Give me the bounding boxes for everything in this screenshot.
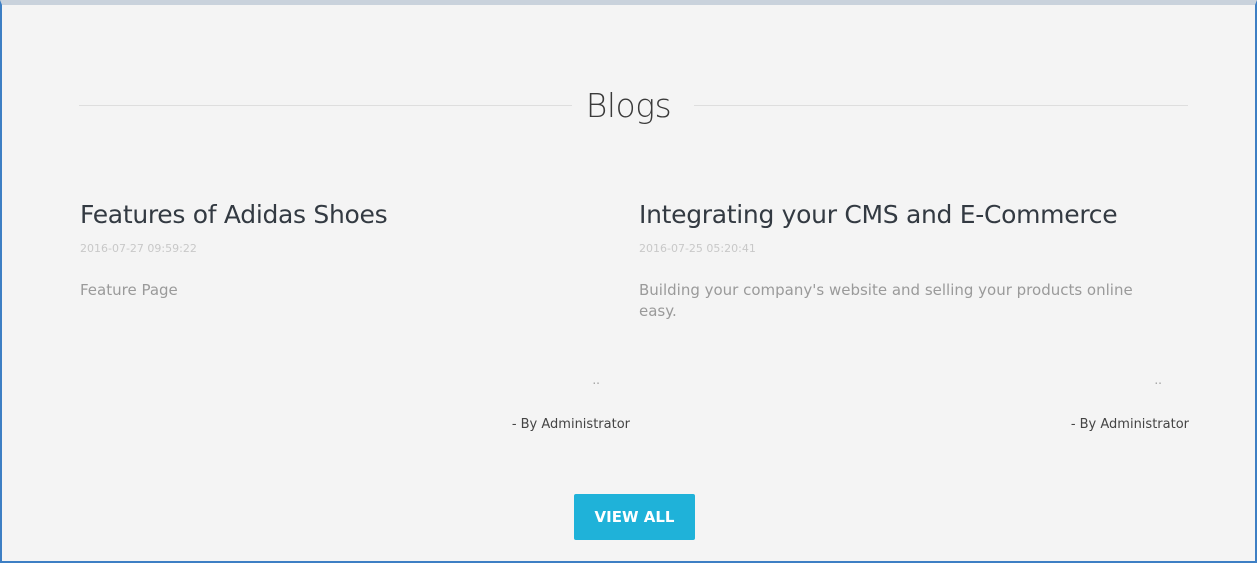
blog-title[interactable]: Integrating your CMS and E-Commerce [639,195,1189,235]
blog-author: - By Administrator [511,417,630,432]
blog-title[interactable]: Features of Adidas Shoes [80,195,630,235]
blog-date: 2016-07-25 05:20:41 [639,242,756,255]
blog-author: - By Administrator [1070,417,1189,432]
blog-date: 2016-07-27 09:59:22 [80,242,197,255]
blog-excerpt: Feature Page [80,281,178,299]
read-more-link[interactable]: .. [592,373,600,387]
read-more-link[interactable]: .. [1154,373,1162,387]
blog-card: Features of Adidas Shoes 2016-07-27 09:5… [80,195,630,445]
blog-excerpt: Building your company's website and sell… [639,281,1133,320]
title-divider-right [694,105,1188,106]
section-title: Blogs [585,86,672,125]
blogs-section: Blogs Features of Adidas Shoes 2016-07-2… [0,0,1257,563]
section-header: Blogs [2,81,1255,131]
blog-card: Integrating your CMS and E-Commerce 2016… [639,195,1189,445]
view-all-button[interactable]: VIEW ALL [574,494,695,540]
